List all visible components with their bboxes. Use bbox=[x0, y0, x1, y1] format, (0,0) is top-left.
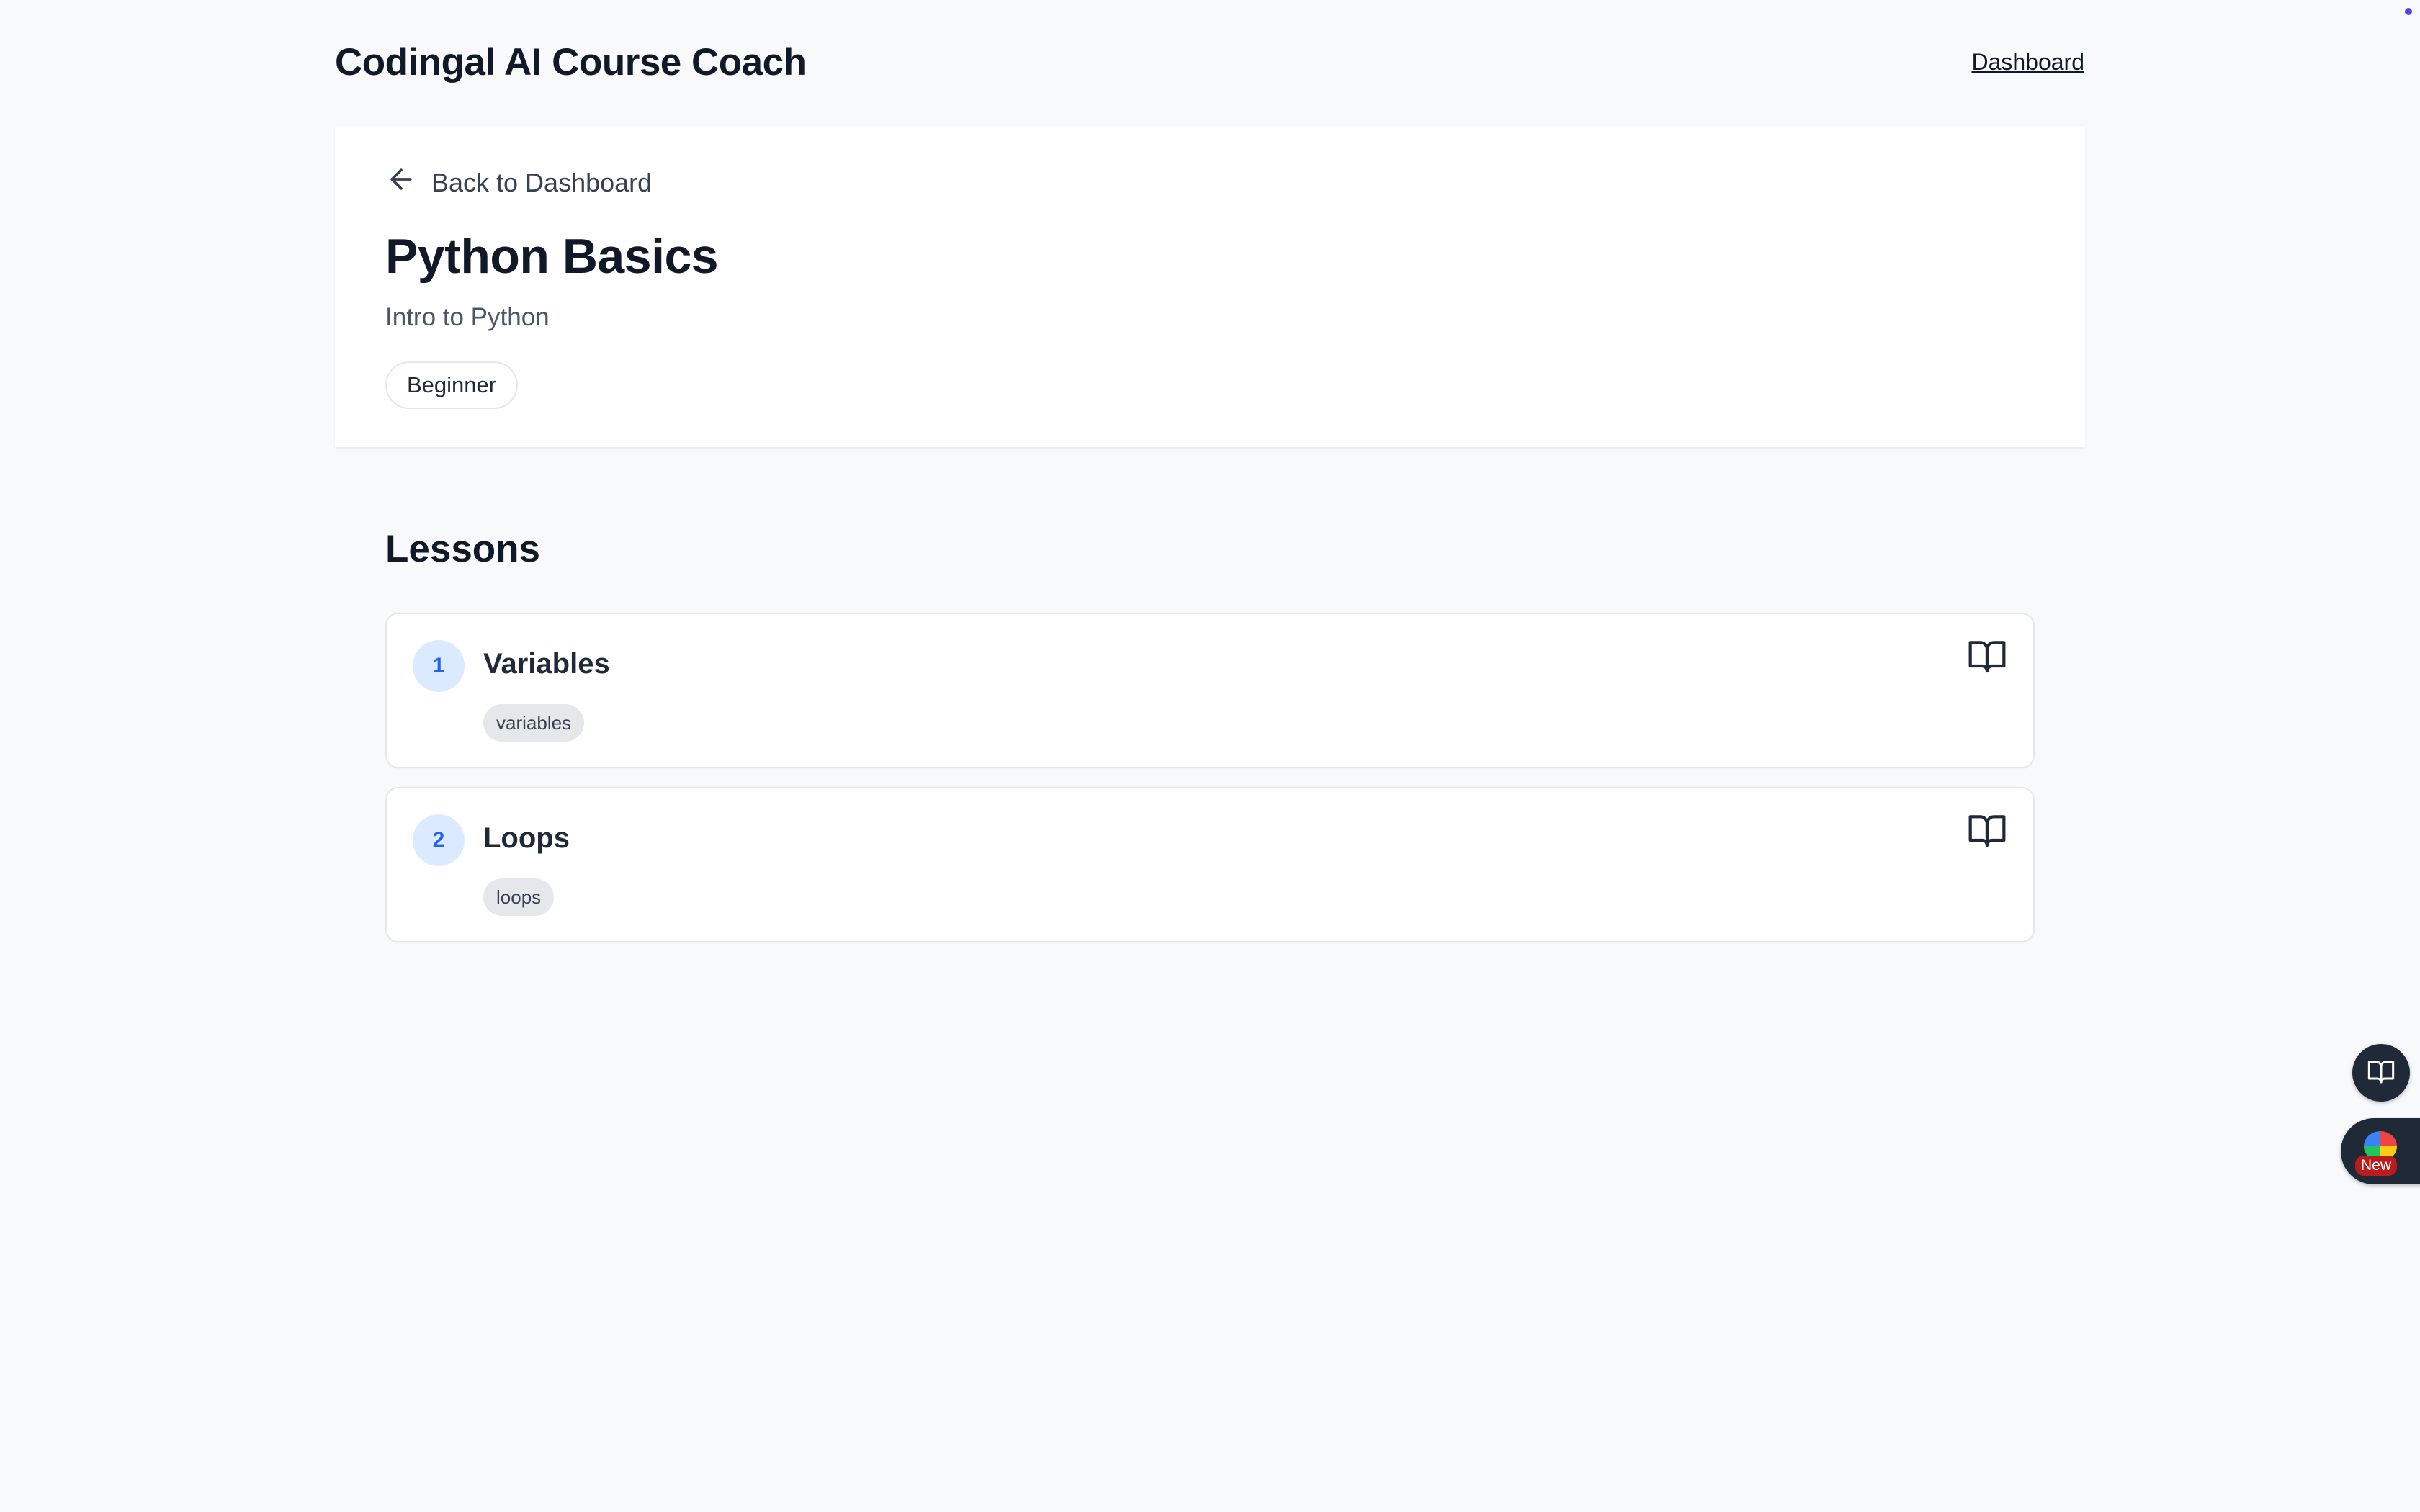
status-dot bbox=[2405, 8, 2412, 15]
course-title: Python Basics bbox=[385, 229, 719, 284]
open-book-icon[interactable] bbox=[1967, 636, 2007, 676]
lesson-number-badge: 2 bbox=[413, 814, 465, 866]
back-link-label: Back to Dashboard bbox=[431, 167, 653, 197]
level-badge: Beginner bbox=[385, 361, 519, 409]
open-book-icon[interactable] bbox=[1967, 810, 2007, 850]
new-badge: New bbox=[2355, 1156, 2398, 1176]
back-to-dashboard-link[interactable]: Back to Dashboard bbox=[385, 163, 652, 202]
lesson-card[interactable]: 2 Loops loops bbox=[385, 787, 2035, 942]
page: Codingal AI Course Coach Dashboard Back … bbox=[0, 0, 2420, 1512]
dashboard-nav-link[interactable]: Dashboard bbox=[1971, 49, 2084, 76]
lesson-card[interactable]: 1 Variables variables bbox=[385, 613, 2035, 768]
app-title: Codingal AI Course Coach bbox=[335, 41, 807, 84]
lesson-number-badge: 1 bbox=[413, 640, 465, 692]
floating-book-button[interactable] bbox=[2352, 1044, 2410, 1102]
lesson-title: Variables bbox=[483, 648, 610, 680]
lesson-tag: variables bbox=[483, 704, 585, 742]
lesson-title: Loops bbox=[483, 822, 570, 854]
lesson-tag: loops bbox=[483, 878, 555, 916]
open-book-icon bbox=[2367, 1057, 2396, 1089]
arrow-left-icon bbox=[385, 163, 417, 202]
course-subtitle: Intro to Python bbox=[385, 303, 550, 331]
floating-assistant-button[interactable]: New bbox=[2341, 1118, 2420, 1184]
lessons-heading: Lessons bbox=[385, 528, 541, 570]
course-header-card: Back to Dashboard Python Basics Intro to… bbox=[335, 126, 2085, 447]
